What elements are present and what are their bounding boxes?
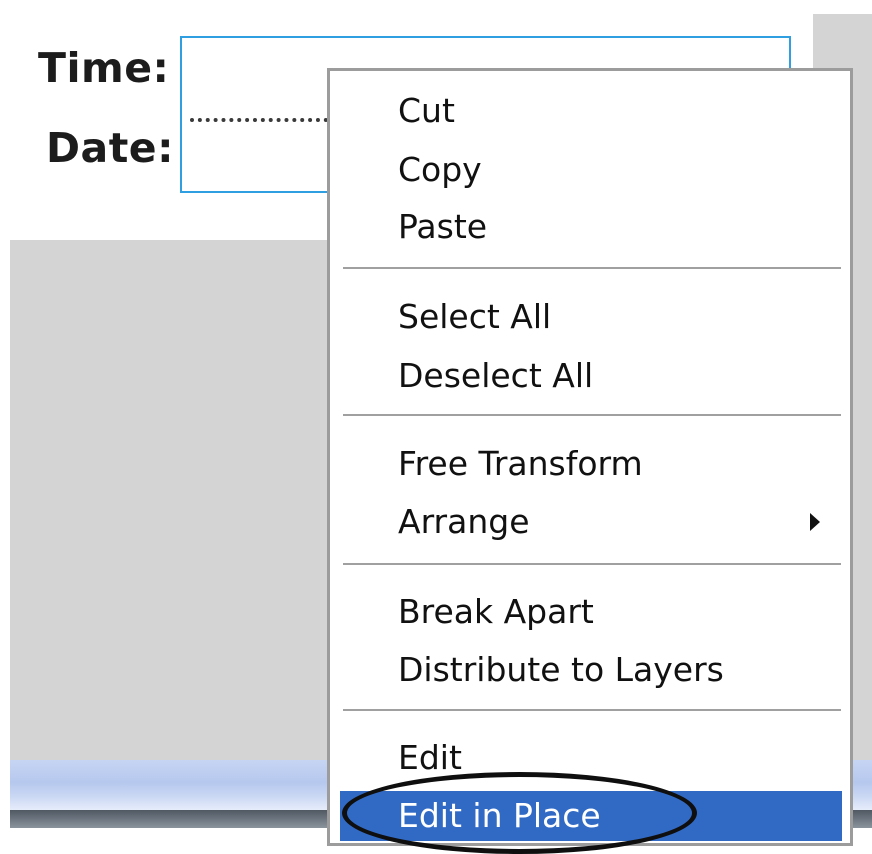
text-baseline-dotted <box>190 118 328 122</box>
menu-item-break-apart[interactable]: Break Apart <box>340 587 842 637</box>
menu-item-arrange[interactable]: Arrange <box>340 497 842 547</box>
menu-separator <box>343 563 841 567</box>
menu-item-free-transform[interactable]: Free Transform <box>340 439 842 489</box>
menu-item-distribute-to-layers[interactable]: Distribute to Layers <box>340 645 842 695</box>
time-label: Time: <box>38 44 170 92</box>
menu-item-paste[interactable]: Paste <box>340 202 842 252</box>
menu-item-cut[interactable]: Cut <box>340 86 842 136</box>
menu-item-deselect-all[interactable]: Deselect All <box>340 351 842 401</box>
menu-separator <box>343 709 841 713</box>
menu-separator <box>343 267 841 271</box>
context-menu: Cut Copy Paste Select All Deselect All F… <box>327 68 853 846</box>
date-label: Date: <box>46 124 175 172</box>
menu-item-copy[interactable]: Copy <box>340 145 842 195</box>
menu-separator <box>343 414 841 418</box>
menu-item-select-all[interactable]: Select All <box>340 292 842 342</box>
menu-item-arrange-label: Arrange <box>398 502 530 541</box>
submenu-arrow-icon <box>810 513 820 531</box>
annotation-ellipse <box>342 772 697 854</box>
